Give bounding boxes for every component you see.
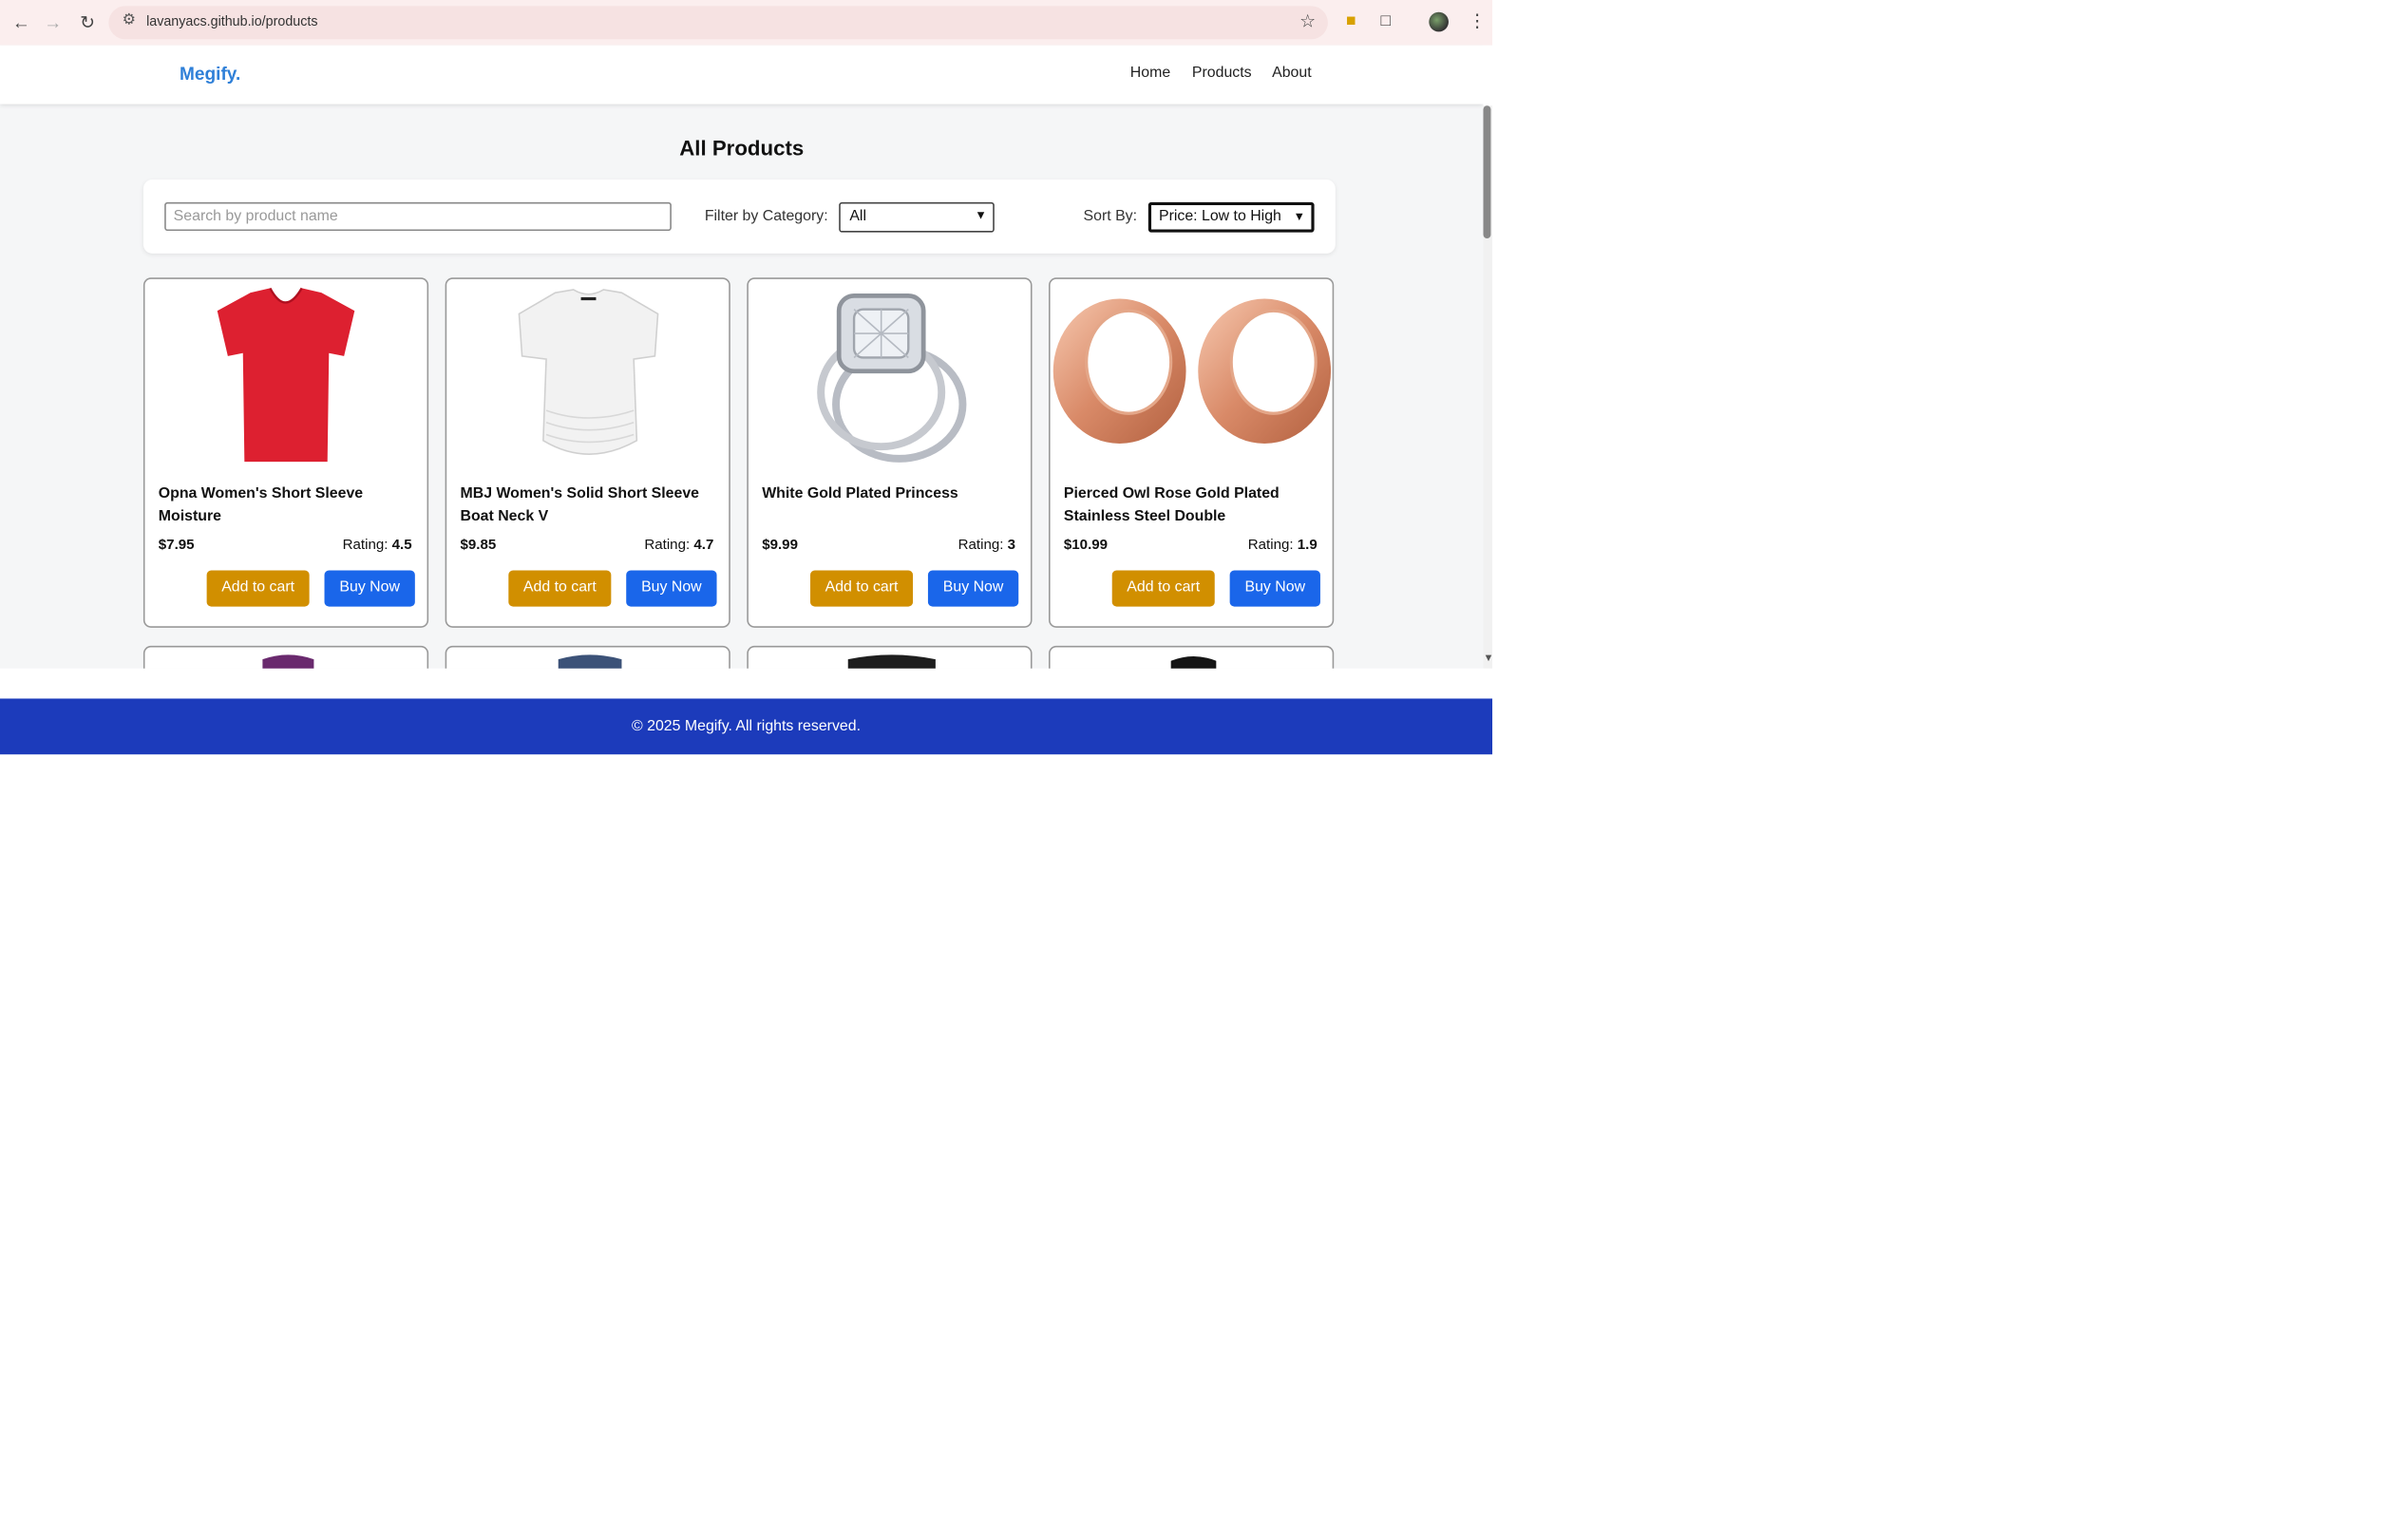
search-input[interactable]: Search by product name [164, 201, 672, 232]
sort-select-value: Price: Low to High [1158, 208, 1281, 225]
product-price: $9.99 [762, 537, 798, 554]
product-card-partial[interactable] [445, 645, 730, 669]
buy-now-button[interactable]: Buy Now [324, 570, 415, 607]
product-title[interactable]: MBJ Women's Solid Short Sleeve Boat Neck… [460, 483, 716, 528]
rating-label: Rating: [342, 537, 389, 554]
product-card-partial[interactable] [1049, 645, 1335, 669]
bookmark-star-icon[interactable]: ☆ [1299, 10, 1316, 31]
nav-link-products[interactable]: Products [1192, 65, 1252, 81]
product-price: $10.99 [1063, 537, 1109, 554]
browser-menu-icon[interactable]: ⋮ [1469, 10, 1487, 31]
profile-avatar-icon[interactable] [1429, 11, 1449, 32]
scroll-down-arrow-icon[interactable]: ▼ [1483, 653, 1493, 664]
product-title[interactable]: Opna Women's Short Sleeve Moisture [159, 483, 415, 528]
rating-value: 4.7 [693, 537, 714, 554]
product-rating: Rating: 4.7 [644, 538, 713, 554]
product-rating: Rating: 4.5 [343, 538, 412, 554]
product-image-red-tshirt[interactable] [144, 284, 427, 468]
product-image-rose-gold-plugs[interactable] [1051, 284, 1333, 468]
buy-now-button[interactable]: Buy Now [1229, 570, 1320, 607]
add-to-cart-button[interactable]: Add to cart [508, 570, 612, 607]
buy-now-button[interactable]: Buy Now [927, 570, 1019, 607]
page-title: All Products [679, 135, 805, 161]
add-to-cart-button[interactable]: Add to cart [1111, 570, 1215, 607]
chevron-down-icon: ▼ [1293, 209, 1306, 224]
product-image-black-top [847, 654, 936, 669]
product-image-navy-top [558, 654, 622, 669]
rating-value: 4.5 [391, 537, 412, 554]
rating-label: Rating: [644, 537, 691, 554]
product-rating: Rating: 1.9 [1248, 538, 1318, 554]
rating-label: Rating: [958, 537, 1004, 554]
rating-label: Rating: [1247, 537, 1294, 554]
product-card: Opna Women's Short Sleeve Moisture $7.95… [142, 277, 429, 628]
product-card: White Gold Plated Princess $9.99 Rating:… [747, 277, 1033, 628]
chevron-down-icon: ▼ [975, 208, 987, 222]
folder-extension-icon[interactable]: ■ [1346, 12, 1356, 30]
back-arrow-icon[interactable]: ← [9, 10, 33, 34]
url-text: lavanyacs.github.io/products [146, 13, 318, 29]
nav-link-home[interactable]: Home [1130, 65, 1170, 81]
product-image-diamond-ring[interactable] [749, 284, 1031, 468]
category-select[interactable]: All ▼ [839, 201, 995, 233]
add-to-cart-button[interactable]: Add to cart [206, 570, 310, 607]
scrollbar-thumb[interactable] [1483, 105, 1491, 238]
product-title[interactable]: White Gold Plated Princess [762, 483, 1018, 505]
product-image-white-top[interactable] [446, 284, 729, 468]
site-navbar: Megify. Home Products About [0, 45, 1484, 104]
product-card-partial[interactable] [142, 645, 429, 669]
product-card: MBJ Women's Solid Short Sleeve Boat Neck… [445, 277, 730, 628]
filter-bar: Search by product name Filter by Categor… [142, 180, 1336, 254]
product-rating: Rating: 3 [958, 538, 1015, 554]
sort-select[interactable]: Price: Low to High ▼ [1147, 201, 1315, 233]
site-info-icon[interactable]: ⚙ [123, 12, 136, 28]
product-price: $9.85 [460, 537, 497, 554]
rating-value: 1.9 [1297, 537, 1318, 554]
brand-logo[interactable]: Megify. [180, 64, 240, 85]
page-content: Megify. Home Products About All Products… [0, 45, 1484, 669]
forward-arrow-icon[interactable]: → [41, 10, 65, 34]
browser-toolbar: ← → ↻ ⚙ lavanyacs.github.io/products ☆ ■… [0, 0, 1493, 46]
nav-link-about[interactable]: About [1272, 65, 1312, 81]
category-select-value: All [849, 208, 866, 225]
sort-label: Sort By: [1083, 208, 1138, 225]
extensions-puzzle-icon[interactable]: □ [1380, 12, 1391, 30]
rating-value: 3 [1007, 537, 1016, 554]
site-footer: © 2025 Megify. All rights reserved. [0, 698, 1493, 755]
category-label: Filter by Category: [704, 208, 828, 225]
add-to-cart-button[interactable]: Add to cart [810, 570, 914, 607]
product-card: Pierced Owl Rose Gold Plated Stainless S… [1049, 277, 1335, 628]
product-image-black-item [1170, 655, 1217, 669]
page-scrollbar[interactable]: ▼ [1483, 105, 1494, 669]
reload-icon[interactable]: ↻ [75, 10, 99, 34]
product-card-partial[interactable] [747, 645, 1033, 669]
product-price: $7.95 [158, 537, 195, 554]
product-image-purple-top [262, 654, 314, 669]
address-bar[interactable]: ⚙ lavanyacs.github.io/products ☆ [108, 6, 1328, 40]
product-title[interactable]: Pierced Owl Rose Gold Plated Stainless S… [1064, 483, 1320, 528]
buy-now-button[interactable]: Buy Now [626, 570, 717, 607]
